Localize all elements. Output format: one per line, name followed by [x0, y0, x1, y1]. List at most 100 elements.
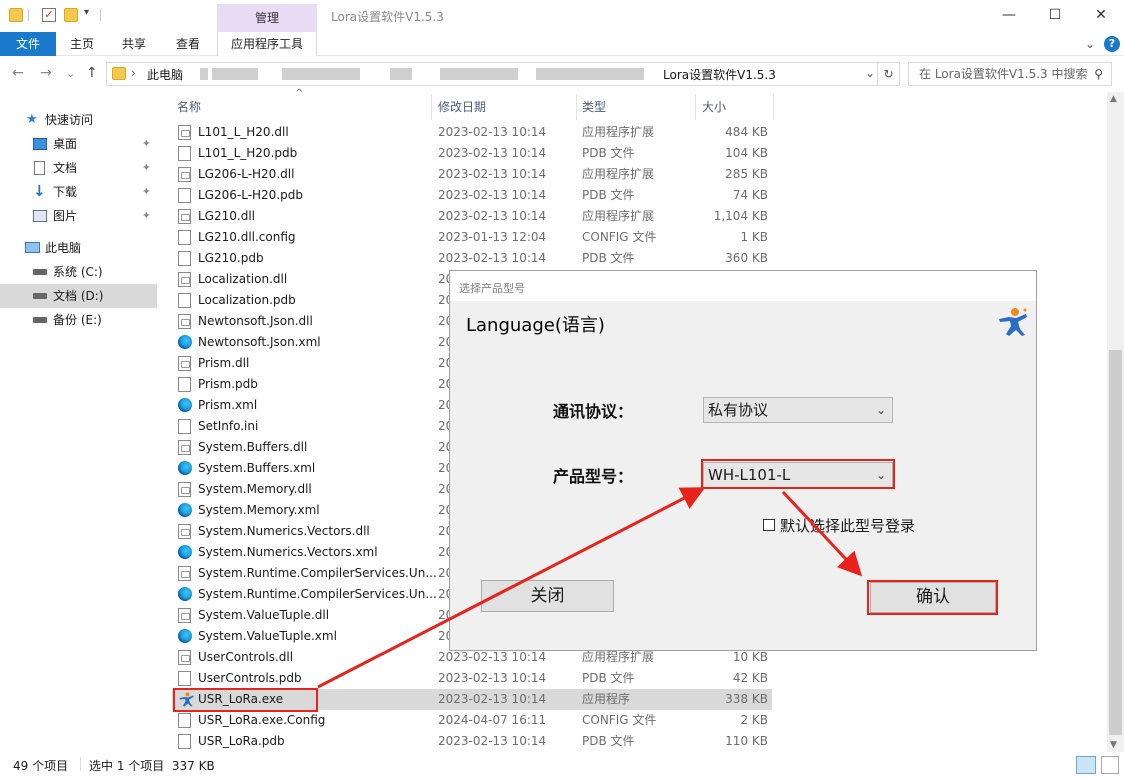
search-input[interactable]: 在 Lora设置软件V1.5.3 中搜索 ⚲ — [908, 62, 1112, 86]
tab-file[interactable]: 文件 — [0, 32, 56, 56]
tab-home[interactable]: 主页 — [56, 32, 108, 56]
scrollbar-thumb[interactable] — [1109, 350, 1122, 735]
new-folder-icon[interactable] — [64, 8, 78, 22]
redacted-path — [390, 68, 412, 80]
remember-model-label[interactable]: 默认选择此型号登录 — [780, 515, 915, 536]
file-name: UserControls.pdb — [198, 671, 302, 685]
file-row[interactable]: LG210.pdb 2023-02-13 10:14 PDB 文件 360 KB — [172, 248, 772, 269]
folder-icon[interactable] — [9, 8, 23, 22]
column-divider[interactable] — [773, 94, 774, 120]
address-dropdown-icon[interactable]: ⌄ — [865, 66, 875, 80]
file-name: System.Numerics.Vectors.xml — [198, 545, 378, 559]
file-name: System.Buffers.xml — [198, 461, 316, 475]
file-row[interactable]: LG206-L-H20.dll 2023-02-13 10:14 应用程序扩展 285… — [172, 164, 772, 185]
file-type: PDB 文件 — [582, 188, 635, 202]
navigation-pane: ★ 快速访问 桌面 ✦ 文档 ✦ ↓ 下载 ✦ 图片 ✦ 此电脑 系统 (C:)… — [0, 92, 157, 752]
pin-icon[interactable]: ✦ — [142, 180, 151, 204]
sidebar-item-drive-c[interactable]: 系统 (C:) — [0, 260, 157, 284]
file-icon — [178, 671, 191, 686]
window-title: Lora设置软件V1.5.3 — [331, 10, 444, 24]
file-size: 74 KB — [732, 188, 768, 202]
help-icon[interactable]: ? — [1104, 36, 1120, 52]
up-arrow-icon[interactable]: ↑ — [86, 65, 98, 81]
file-row[interactable]: LG210.dll.config 2023-01-13 12:04 CONFIG 文… — [172, 227, 772, 248]
sidebar-item-this-pc[interactable]: 此电脑 — [0, 236, 157, 260]
sidebar-item-quick-access[interactable]: ★ 快速访问 — [0, 108, 157, 132]
sidebar-item-desktop[interactable]: 桌面 ✦ — [0, 132, 157, 156]
file-date: 2023-02-13 10:14 — [438, 734, 547, 748]
file-row[interactable]: LG210.dll 2023-02-13 10:14 应用程序扩展 1,104 KB — [172, 206, 772, 227]
column-header-date[interactable]: 修改日期 — [438, 98, 486, 116]
back-arrow-icon[interactable]: ← — [12, 65, 24, 81]
file-name: UserControls.dll — [198, 650, 294, 664]
dll-file-icon — [178, 482, 191, 497]
pin-icon[interactable]: ✦ — [142, 132, 151, 156]
file-date: 2023-02-13 10:14 — [438, 209, 547, 223]
computer-icon — [25, 242, 40, 253]
tab-view[interactable]: 查看 — [160, 32, 216, 56]
file-size: 1,104 KB — [713, 209, 768, 223]
manage-context-tab[interactable]: 管理 — [217, 4, 317, 32]
file-icon — [178, 251, 191, 266]
file-date: 2023-02-13 10:14 — [438, 692, 547, 706]
file-name: System.Memory.xml — [198, 503, 320, 517]
sidebar-label: 文档 — [53, 161, 78, 175]
column-header-type[interactable]: 类型 — [582, 98, 606, 116]
quick-access-dropdown-icon[interactable]: ▾ — [84, 7, 98, 21]
file-row[interactable]: UserControls.pdb 2023-02-13 10:14 PDB 文件 42… — [172, 668, 772, 689]
file-row[interactable]: L101_L_H20.dll 2023-02-13 10:14 应用程序扩展 484 … — [172, 122, 772, 143]
redacted-path — [440, 68, 518, 80]
sidebar-label: 文档 (D:) — [53, 289, 104, 303]
file-name: Prism.pdb — [198, 377, 258, 391]
file-name: SetInfo.ini — [198, 419, 259, 433]
close-button[interactable]: ✕ — [1078, 0, 1124, 32]
refresh-icon[interactable]: ↻ — [878, 62, 900, 86]
file-name: Localization.pdb — [198, 293, 296, 307]
model-label: 产品型号： — [553, 467, 634, 486]
breadcrumb-root[interactable]: 此电脑 — [147, 66, 183, 83]
language-link[interactable]: Language(语言) — [466, 311, 605, 337]
maximize-button[interactable]: ☐ — [1032, 0, 1078, 32]
pin-icon[interactable]: ✦ — [142, 204, 151, 228]
close-dialog-button[interactable]: 关闭 — [481, 580, 614, 612]
annotation-model-highlight — [701, 459, 895, 489]
sidebar-item-drive-e[interactable]: 备份 (E:) — [0, 308, 157, 332]
details-view-icon[interactable] — [1076, 756, 1096, 774]
dll-file-icon — [178, 125, 191, 140]
pin-icon[interactable]: ✦ — [142, 156, 151, 180]
collapse-ribbon-icon[interactable]: ⌄ — [1082, 32, 1098, 56]
column-header-size[interactable]: 大小 — [702, 98, 726, 116]
divider — [80, 757, 81, 771]
file-name: LG210.dll.config — [198, 230, 296, 244]
column-divider[interactable] — [576, 94, 577, 120]
file-icon — [178, 293, 191, 308]
recent-locations-icon[interactable]: ⌄ — [66, 67, 75, 80]
column-divider[interactable] — [695, 94, 696, 120]
tab-app-tools[interactable]: 应用程序工具 — [217, 32, 317, 56]
forward-arrow-icon[interactable]: → — [40, 65, 52, 81]
protocol-select[interactable]: 私有协议 ⌄ — [703, 397, 893, 423]
file-row[interactable]: L101_L_H20.pdb 2023-02-13 10:14 PDB 文件 104 … — [172, 143, 772, 164]
protocol-value: 私有协议 — [708, 401, 769, 419]
sidebar-item-pictures[interactable]: 图片 ✦ — [0, 204, 157, 228]
scroll-up-icon[interactable]: ▲ — [1110, 94, 1117, 104]
breadcrumb-current[interactable]: Lora设置软件V1.5.3 — [663, 66, 776, 83]
file-row[interactable]: USR_LoRa.pdb 2023-02-13 10:14 PDB 文件 110 KB — [172, 731, 772, 752]
column-divider[interactable] — [431, 94, 432, 120]
document-icon — [34, 161, 45, 175]
minimize-button[interactable]: — — [986, 0, 1032, 32]
search-icon: ⚲ — [1094, 67, 1103, 81]
file-row[interactable]: LG206-L-H20.pdb 2023-02-13 10:14 PDB 文件 74 … — [172, 185, 772, 206]
sidebar-item-documents[interactable]: 文档 ✦ — [0, 156, 157, 180]
scroll-down-icon[interactable]: ▼ — [1110, 740, 1117, 750]
sidebar-item-downloads[interactable]: ↓ 下载 ✦ — [0, 180, 157, 204]
file-row[interactable]: USR_LoRa.exe.Config 2024-04-07 16:11 CONFI… — [172, 710, 772, 731]
tab-share[interactable]: 共享 — [108, 32, 160, 56]
large-icons-view-icon[interactable] — [1101, 756, 1119, 774]
remember-model-checkbox[interactable] — [763, 519, 775, 531]
file-name: Newtonsoft.Json.dll — [198, 314, 313, 328]
dll-file-icon — [178, 209, 191, 224]
properties-icon[interactable]: ✓ — [42, 8, 56, 22]
sidebar-item-drive-d[interactable]: 文档 (D:) — [0, 284, 157, 308]
column-header-name[interactable]: 名称 — [177, 98, 201, 116]
